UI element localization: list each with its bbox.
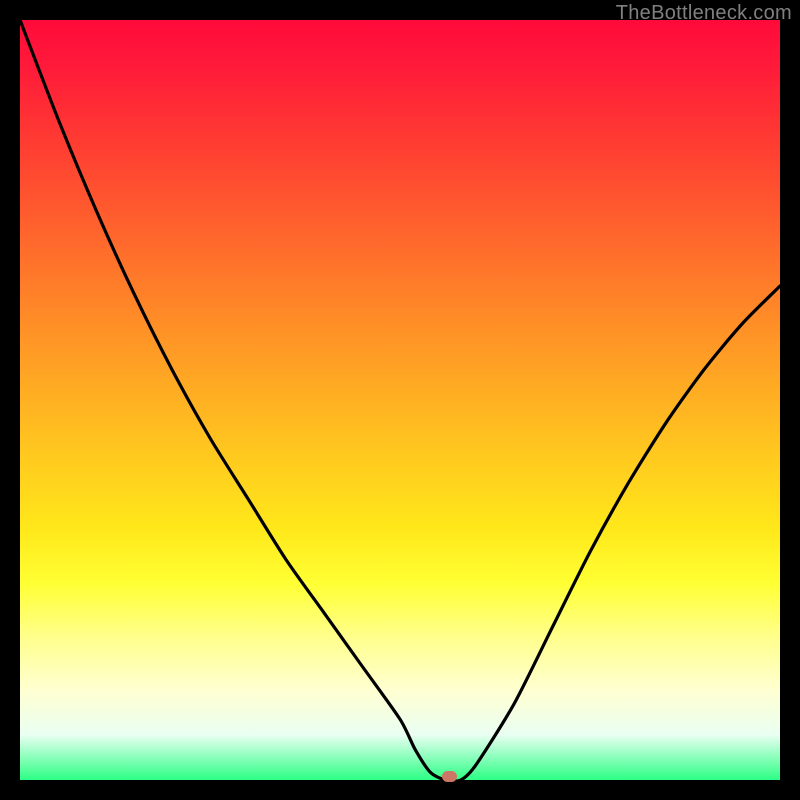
chart-curve [20,20,780,780]
highlight-marker [442,771,457,782]
plot-area [20,20,780,780]
chart-container: TheBottleneck.com [0,0,800,800]
watermark-text: TheBottleneck.com [616,2,792,25]
